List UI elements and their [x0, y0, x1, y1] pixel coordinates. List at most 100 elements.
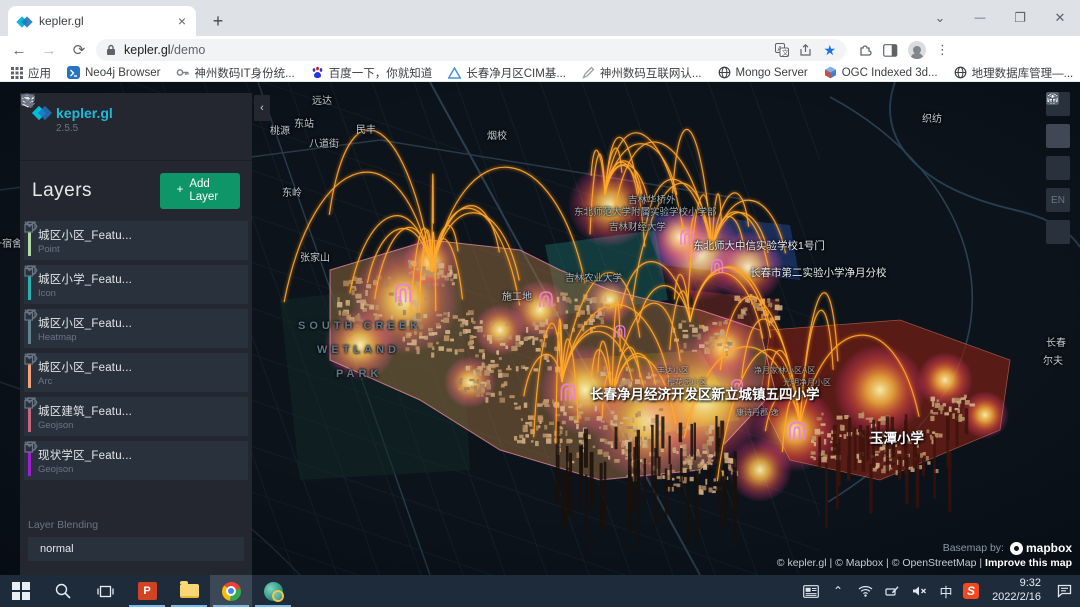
pencil-icon	[582, 66, 595, 79]
map-label: 一宿舍	[0, 235, 22, 250]
chevron-down-icon[interactable]	[24, 441, 35, 448]
draw-polygon-button[interactable]	[1046, 156, 1070, 180]
taskbar-chrome[interactable]	[210, 575, 252, 607]
task-view-button[interactable]	[84, 575, 126, 607]
start-button[interactable]	[0, 575, 42, 607]
attribution-links[interactable]: © kepler.gl | © Mapbox | © OpenStreetMap…	[777, 557, 982, 569]
map-label: WETLAND	[317, 344, 400, 356]
search-icon	[55, 583, 71, 599]
map-canvas[interactable]: 远达东站民丰八道街烟校织纺桃源东岭张家山一宿舍施工地SOUTH CREEKWET…	[0, 82, 1080, 575]
bookmark-item[interactable]: 神州数码互联网认...	[582, 65, 702, 81]
layer-row[interactable]: 城区建筑_Featu...Geojson	[24, 397, 248, 436]
system-tray: ⌃ 中 S 9:32 2022/2/16	[801, 575, 1080, 607]
map-label: SOUTH CREEK	[298, 320, 422, 332]
bookmark-item[interactable]: Neo4j Browser	[67, 66, 160, 79]
clock-time: 9:32	[992, 577, 1041, 591]
news-widget-icon[interactable]	[801, 585, 821, 598]
legend-button[interactable]	[1046, 220, 1070, 244]
lock-icon	[106, 44, 116, 56]
browser-tab[interactable]: kepler.gl ×	[8, 6, 196, 36]
taskbar-file-explorer[interactable]	[168, 575, 210, 607]
translate-icon[interactable]: A 文	[775, 43, 789, 57]
taskbar-powerpoint[interactable]: P	[126, 575, 168, 607]
map-label: 长春市第二实验小学净月分校	[750, 265, 887, 280]
layer-name: 城区小区_Featu...	[38, 359, 132, 375]
improve-map-link[interactable]: Improve this map	[985, 557, 1072, 569]
panel-collapse-button[interactable]: ‹	[254, 95, 270, 121]
bookmark-item[interactable]: 百度一下，你就知道	[311, 65, 433, 81]
toggle-3d-button[interactable]	[1046, 124, 1070, 148]
layer-row[interactable]: 城区小学_Featu...Icon	[24, 265, 248, 304]
chevron-down-icon[interactable]	[24, 353, 35, 360]
address-bar[interactable]: kepler.gl/demo A 文 ★	[96, 39, 846, 61]
layer-row[interactable]: 现状学区_Featu...Geojson	[24, 441, 248, 480]
new-tab-button[interactable]: +	[206, 9, 230, 33]
kepler-side-panel: kepler.gl 2.5.5	[20, 93, 252, 575]
browser-toolbar: ← → ⟳ kepler.gl/demo A 文 ★	[0, 36, 1080, 64]
forward-button[interactable]: →	[36, 38, 62, 62]
layer-blending-label: Layer Blending	[20, 511, 252, 537]
sogou-input-icon[interactable]: S	[963, 583, 979, 599]
action-center-icon[interactable]	[1054, 584, 1074, 598]
locale-button[interactable]: EN	[1046, 188, 1070, 212]
bookmark-item[interactable]: 长春净月区CIM基...	[448, 65, 566, 81]
layer-row[interactable]: 城区小区_Featu...Point	[24, 221, 248, 260]
ime-indicator[interactable]: 中	[936, 582, 956, 601]
taskbar-search-button[interactable]	[42, 575, 84, 607]
map-label: 净月家林小区A区	[754, 365, 815, 376]
volume-muted-icon[interactable]	[909, 585, 929, 597]
layer-row[interactable]: 城区小区_Featu...Arc	[24, 353, 248, 392]
chevron-down-icon[interactable]	[24, 397, 35, 404]
layer-type: Geojson	[38, 420, 132, 431]
layer-type: Icon	[38, 288, 132, 299]
bookmark-item[interactable]: 神州数码IT身份统...	[176, 65, 294, 81]
close-button[interactable]: ✕	[1040, 10, 1080, 26]
bookmark-item[interactable]: 应用	[10, 65, 51, 81]
map-label: 八道街	[309, 135, 339, 150]
bookmark-item[interactable]: 地理数据库管理—...	[954, 65, 1074, 81]
mapbox-logo[interactable]: mapbox	[1010, 541, 1072, 555]
profile-avatar[interactable]	[908, 41, 926, 59]
layer-type: Geojson	[38, 464, 132, 475]
layer-name: 城区小学_Featu...	[38, 271, 132, 287]
share-icon[interactable]	[799, 44, 813, 57]
minimize-button[interactable]: —	[960, 12, 1000, 24]
tab-close-icon[interactable]: ×	[178, 14, 186, 28]
chevron-down-icon[interactable]	[24, 265, 35, 272]
side-panel-icon[interactable]	[883, 44, 898, 57]
taskbar-clock[interactable]: 9:32 2022/2/16	[986, 577, 1047, 605]
bookmark-star-icon[interactable]: ★	[823, 42, 836, 59]
map-label: 施工地	[502, 288, 532, 303]
reload-button[interactable]: ⟳	[66, 38, 92, 62]
restore-button[interactable]: ❐	[1000, 10, 1040, 26]
layer-row[interactable]: 城区小区_Featu...Heatmap	[24, 309, 248, 348]
wifi-icon[interactable]	[855, 585, 875, 597]
map-label: 长春净月经济开发区新立城镇五四小学	[590, 383, 820, 403]
add-layer-button[interactable]: + Add Layer	[160, 173, 240, 209]
layer-blending-select[interactable]: normal	[28, 537, 244, 561]
bookmarks-bar: » 应用Neo4j Browser神州数码IT身份统...百度一下，你就知道长春…	[0, 64, 1080, 82]
bookmark-item[interactable]: Mongo Server	[718, 66, 808, 79]
kepler-logo: kepler.gl	[34, 105, 113, 121]
taskbar-gis-app[interactable]	[252, 575, 294, 607]
map-label: 东北师范大学附属实验学校小学部	[574, 204, 717, 218]
map-label: 烟校	[487, 127, 507, 142]
tray-expand-chevron[interactable]: ⌃	[828, 584, 848, 598]
chevron-down-icon[interactable]	[24, 221, 35, 228]
extensions-icon[interactable]	[858, 43, 873, 58]
pen-input-icon[interactable]	[882, 585, 902, 597]
layer-type: Point	[38, 244, 132, 255]
tab-search-chevron-icon[interactable]: ⌄	[920, 10, 960, 26]
menu-kebab-icon[interactable]: ⋮	[936, 42, 949, 58]
triangle-icon	[448, 66, 461, 79]
tab-title: kepler.gl	[39, 14, 170, 28]
clock-date: 2022/2/16	[992, 591, 1041, 605]
bookmark-item[interactable]: OGC Indexed 3d...	[824, 66, 938, 79]
layer-name: 现状学区_Featu...	[38, 447, 132, 463]
back-button[interactable]: ←	[6, 38, 32, 62]
tab-strip: kepler.gl × + ⌄ — ❐ ✕	[0, 0, 1080, 36]
map-label: 东岭	[282, 184, 302, 199]
map-label: 东北师大中信实验学校1号门	[693, 238, 825, 253]
map-label: 桃源	[270, 122, 290, 137]
chevron-down-icon[interactable]	[24, 309, 35, 316]
